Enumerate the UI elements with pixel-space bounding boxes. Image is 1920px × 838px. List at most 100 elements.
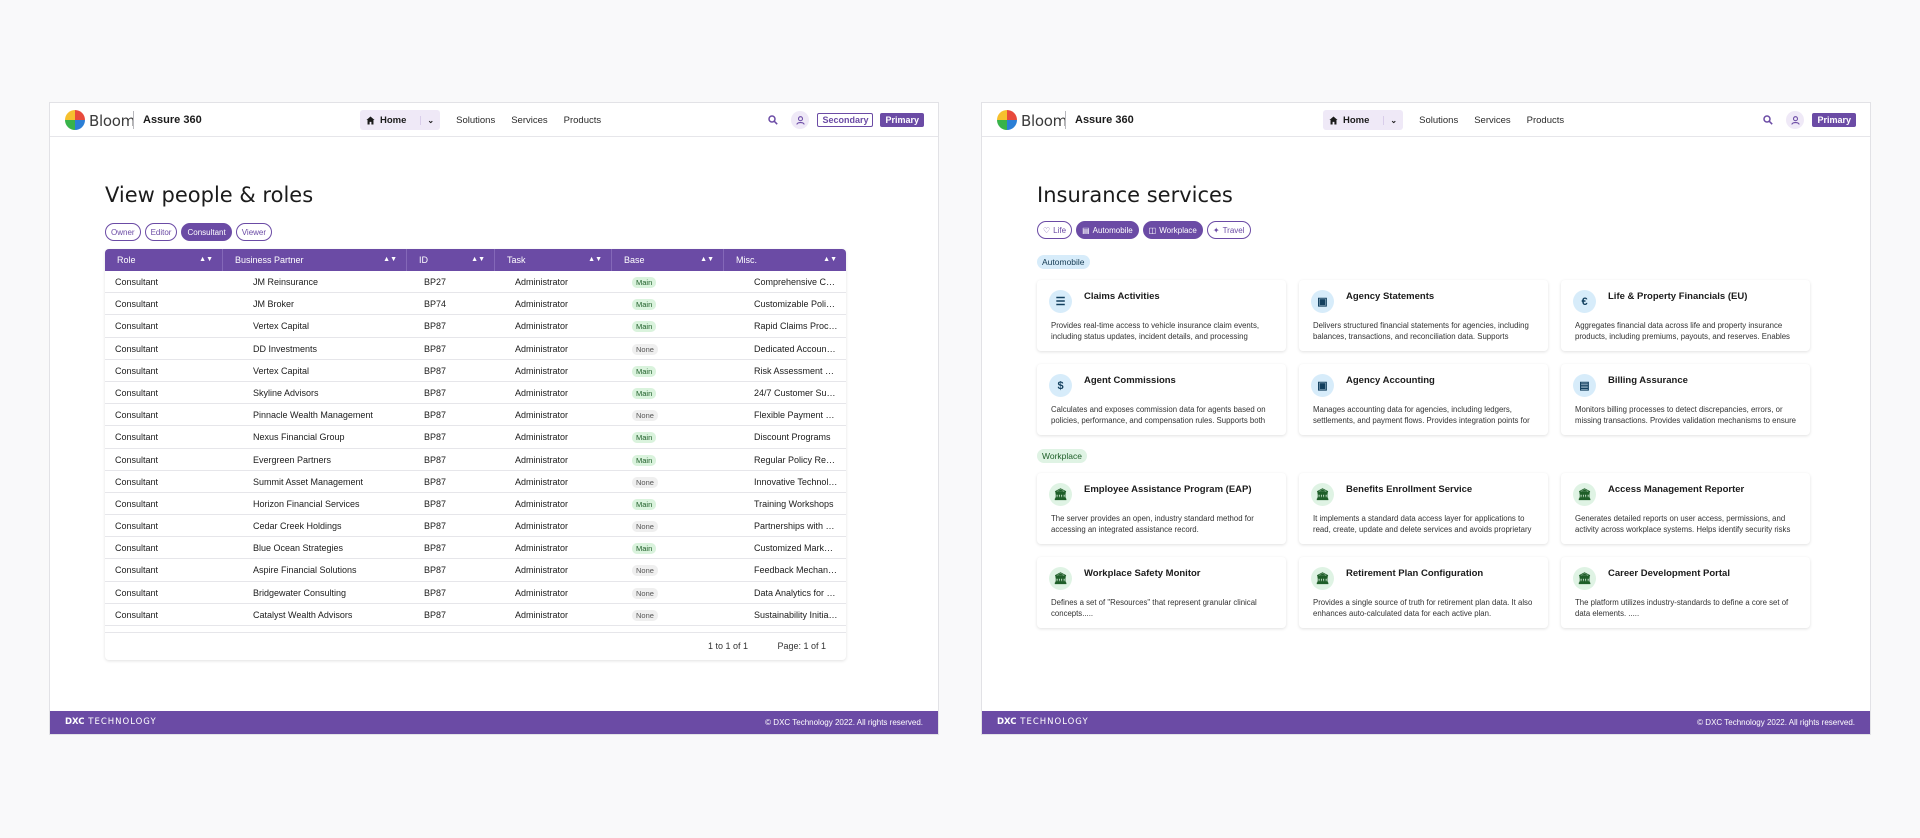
chevron-down-icon[interactable]: ⌄ bbox=[420, 115, 434, 125]
bloom-logo[interactable] bbox=[65, 110, 85, 130]
nav-home[interactable]: Home ⌄ bbox=[1323, 110, 1404, 130]
primary-button[interactable]: Primary bbox=[880, 113, 924, 127]
table-row[interactable]: Consultant DD Investments BP87 Administrato… bbox=[105, 338, 846, 360]
table-cell: BP87 bbox=[424, 543, 447, 554]
table-cell: Consultant bbox=[115, 343, 159, 354]
chip-travel[interactable]: ✦ Travel bbox=[1206, 221, 1251, 239]
sort-icon[interactable]: ▲▼ bbox=[471, 249, 485, 271]
service-card[interactable]: ▣ Agency Statements Delivers structured fi… bbox=[1299, 280, 1548, 351]
sort-icon[interactable]: ▲▼ bbox=[199, 249, 213, 271]
column-header-misc[interactable]: Misc. ▲▼ bbox=[724, 249, 846, 271]
table-cell: Consultant bbox=[115, 476, 159, 487]
nav-services[interactable]: Services bbox=[1474, 115, 1510, 126]
table-cell: Nexus Financial Group bbox=[253, 432, 345, 443]
table-row[interactable]: Consultant Catalyst Wealth Advisors BP87 Ad… bbox=[105, 604, 846, 626]
service-card[interactable]: 🏛 Employee Assistance Program (EAP) The se… bbox=[1037, 473, 1286, 544]
chip-viewer[interactable]: Viewer bbox=[235, 223, 273, 241]
chip-automobile[interactable]: ▤ Automobile bbox=[1076, 221, 1139, 239]
primary-button[interactable]: Primary bbox=[1812, 113, 1856, 127]
dxc-logo: DXC TECHNOLOGY bbox=[997, 717, 1089, 727]
user-icon[interactable] bbox=[791, 111, 810, 129]
search-icon[interactable] bbox=[765, 112, 781, 128]
table-cell: Evergreen Partners bbox=[253, 454, 332, 465]
chip-editor[interactable]: Editor bbox=[144, 223, 178, 241]
service-card[interactable]: ▤ Billing Assurance Monitors billing proce… bbox=[1561, 364, 1810, 435]
card-description: Provides real-time access to vehicle ins… bbox=[1051, 321, 1260, 341]
sort-icon[interactable]: ▲▼ bbox=[383, 249, 397, 271]
table-cell: Cedar Creek Holdings bbox=[253, 521, 342, 532]
column-header-task[interactable]: Task ▲▼ bbox=[495, 249, 612, 271]
table-row[interactable]: Consultant Skyline Advisors BP87 Administra… bbox=[105, 382, 846, 405]
chevron-down-icon[interactable]: ⌄ bbox=[1383, 115, 1397, 125]
header-actions: Secondary Primary bbox=[765, 110, 924, 130]
table-row[interactable]: Consultant Cedar Creek Holdings BP87 Admini… bbox=[105, 515, 846, 538]
table-cell: Consultant bbox=[115, 365, 159, 376]
search-icon[interactable] bbox=[1760, 112, 1776, 128]
euro-icon: € bbox=[1573, 290, 1596, 313]
bloom-logo[interactable] bbox=[997, 110, 1017, 130]
table-row[interactable]: Consultant JM Broker BP74 Administrator Main… bbox=[105, 293, 846, 316]
table-cell: Consultant bbox=[115, 410, 159, 421]
chip-consultant[interactable]: Consultant bbox=[181, 223, 232, 241]
card-description: The platform utilizes industry-standards… bbox=[1575, 598, 1789, 618]
column-header-base[interactable]: Base ▲▼ bbox=[612, 249, 724, 271]
chip-owner[interactable]: Owner bbox=[105, 223, 141, 241]
table-cell: Customized Marketing bbox=[754, 543, 838, 554]
table-cell: Administrator bbox=[515, 454, 569, 465]
column-header-role[interactable]: Role ▲▼ bbox=[105, 249, 223, 271]
column-header-business-partner[interactable]: Business Partner ▲▼ bbox=[223, 249, 407, 271]
wallet-icon: ▣ bbox=[1311, 374, 1334, 397]
table-row[interactable]: Consultant Evergreen Partners BP87 Administ… bbox=[105, 449, 846, 471]
table-cell: BP87 bbox=[424, 521, 447, 532]
brand-name: Bloom bbox=[1021, 112, 1067, 130]
table-cell: None bbox=[632, 404, 692, 426]
table-row[interactable]: Consultant Pinnacle Wealth Management BP87… bbox=[105, 404, 846, 427]
pagination-page: Page: 1 of 1 bbox=[777, 641, 826, 651]
service-card[interactable]: € Life & Property Financials (EU) Aggregat… bbox=[1561, 280, 1810, 351]
bank-icon: 🏛 bbox=[1049, 567, 1072, 590]
sort-icon[interactable]: ▲▼ bbox=[823, 249, 837, 271]
table-cell: None bbox=[632, 604, 692, 626]
table-row[interactable]: Consultant Blue Ocean Strategies BP87 Admin… bbox=[105, 537, 846, 560]
nav-solutions[interactable]: Solutions bbox=[456, 115, 495, 126]
header-actions: Primary bbox=[1760, 110, 1856, 130]
status-badge: None bbox=[632, 587, 658, 599]
page-title: Insurance services bbox=[1037, 183, 1233, 207]
table-row[interactable]: Consultant Nexus Financial Group BP87 Admin… bbox=[105, 426, 846, 449]
sort-icon[interactable]: ▲▼ bbox=[700, 249, 714, 271]
table-row[interactable]: Consultant Summit Asset Management BP87 Adm… bbox=[105, 471, 846, 493]
service-card[interactable]: 🏛 Career Development Portal The platform u… bbox=[1561, 557, 1810, 628]
table-row[interactable]: Consultant Vertex Capital BP87 Administrato… bbox=[105, 360, 846, 382]
nav-products[interactable]: Products bbox=[564, 115, 602, 126]
nav-solutions[interactable]: Solutions bbox=[1419, 115, 1458, 126]
table-row[interactable]: Consultant Bridgewater Consulting BP87 Admi… bbox=[105, 582, 846, 604]
service-card[interactable]: 🏛 Retirement Plan Configuration Provides a… bbox=[1299, 557, 1548, 628]
nav-home[interactable]: Home ⌄ bbox=[360, 110, 441, 130]
service-card[interactable]: 🏛 Workplace Safety Monitor Defines a set o… bbox=[1037, 557, 1286, 628]
nav-services[interactable]: Services bbox=[511, 115, 547, 126]
user-icon[interactable] bbox=[1786, 111, 1805, 129]
table-cell: Horizon Financial Services bbox=[253, 498, 360, 509]
dollar-icon: $ bbox=[1049, 374, 1072, 397]
nav-products[interactable]: Products bbox=[1527, 115, 1565, 126]
chip-workplace[interactable]: ◫ Workplace bbox=[1142, 221, 1203, 239]
table-row[interactable]: Consultant JM Reinsurance BP27 Administrato… bbox=[105, 271, 846, 294]
sort-icon[interactable]: ▲▼ bbox=[588, 249, 602, 271]
service-card[interactable]: 🏛 Access Management Reporter Generates det… bbox=[1561, 473, 1810, 544]
list-icon: ☰ bbox=[1049, 290, 1072, 313]
secondary-button[interactable]: Secondary bbox=[817, 113, 874, 127]
app-header: Bloom Assure 360 Home ⌄ Solutions Servic… bbox=[50, 103, 938, 137]
service-card[interactable]: $ Agent Commissions Calculates and exposes… bbox=[1037, 364, 1286, 435]
table-row[interactable]: Consultant Aspire Financial Solutions BP87… bbox=[105, 559, 846, 582]
table-cell: Summit Asset Management bbox=[253, 476, 364, 487]
table-cell: Flexible Payment Plans bbox=[754, 410, 838, 421]
table-row[interactable]: Consultant Vertex Capital BP87 Administrato… bbox=[105, 315, 846, 338]
chip-life[interactable]: ♡ Life bbox=[1037, 221, 1073, 239]
table-row[interactable]: Consultant Horizon Financial Services BP87… bbox=[105, 493, 846, 516]
table-cell: Administrator bbox=[515, 410, 569, 421]
bank-icon: 🏛 bbox=[1049, 483, 1072, 506]
service-card[interactable]: 🏛 Benefits Enrollment Service It implement… bbox=[1299, 473, 1548, 544]
column-header-id[interactable]: ID ▲▼ bbox=[407, 249, 495, 271]
service-card[interactable]: ☰ Claims Activities Provides real-time acc… bbox=[1037, 280, 1286, 351]
service-card[interactable]: ▣ Agency Accounting Manages accounting dat… bbox=[1299, 364, 1548, 435]
